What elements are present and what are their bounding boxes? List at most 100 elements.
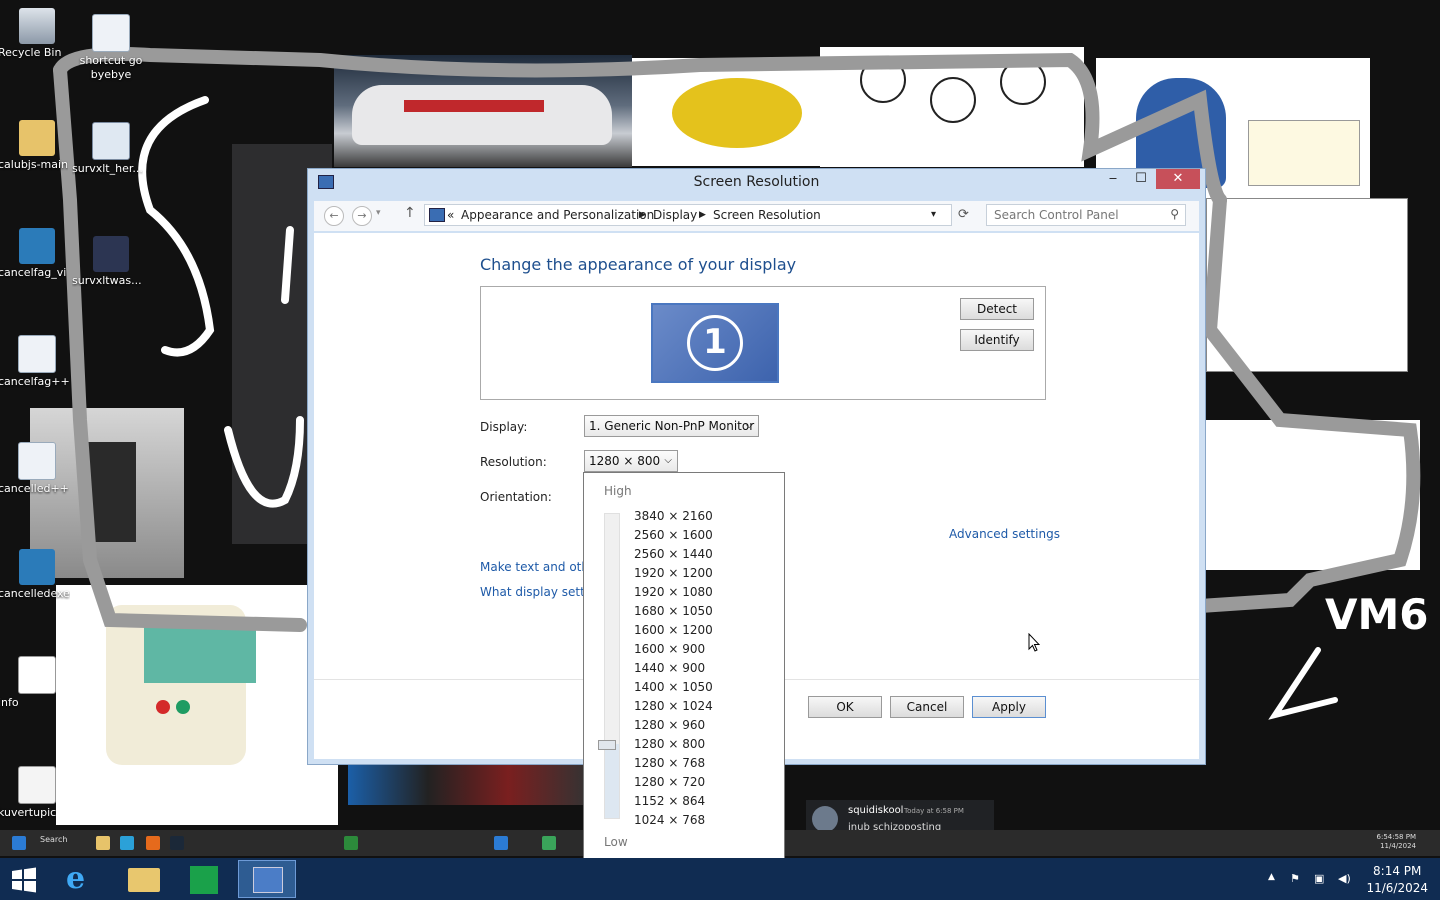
- resolution-dropdown[interactable]: High 3840 × 2160 2560 × 1600 2560 × 1440 19…: [583, 472, 785, 859]
- resolution-option[interactable]: 1280 × 1024: [634, 697, 713, 716]
- resolution-option[interactable]: 1280 × 960: [634, 716, 713, 735]
- breadcrumb-separator: ▶: [699, 210, 706, 220]
- edge-icon: [120, 836, 134, 850]
- resolution-slider-thumb[interactable]: [598, 739, 616, 750]
- taskbar: e ▲ ⚑ ▣ ◀) 8:14 PM 11/6/2024: [0, 858, 1440, 900]
- resolution-option[interactable]: 1400 × 1050: [634, 678, 713, 697]
- identify-button[interactable]: Identify: [960, 329, 1034, 351]
- ok-button[interactable]: OK: [808, 696, 882, 718]
- page-title: Change the appearance of your display: [480, 255, 797, 274]
- breadcrumb-appearance[interactable]: Appearance and Personalization: [461, 208, 654, 222]
- high-label: High: [604, 484, 632, 498]
- cartoon-thumbnail: [820, 47, 1084, 167]
- search-input[interactable]: Search Control Panel ⚲: [986, 204, 1186, 226]
- folder-icon: [128, 868, 160, 892]
- network-icon[interactable]: ▣: [1314, 872, 1324, 885]
- desktop-icon-cancelfag-vi[interactable]: cancelfag_vi: [0, 228, 76, 279]
- gear-icon: [18, 442, 56, 480]
- resolution-select[interactable]: 1280 × 800 ⌵: [584, 450, 678, 472]
- cancel-button[interactable]: Cancel: [890, 696, 964, 718]
- resolution-option[interactable]: 3840 × 2160: [634, 507, 713, 526]
- breadcrumb-prefix[interactable]: «: [447, 208, 454, 222]
- resolution-option[interactable]: 1152 × 864: [634, 792, 713, 811]
- desktop-icon-survxlt-her[interactable]: survxlt_her...: [72, 122, 150, 175]
- desktop-icon-shortcut-go-byebye[interactable]: shortcut go byebye: [72, 14, 150, 81]
- resolution-option[interactable]: 1680 × 1050: [634, 602, 713, 621]
- taskbar-internet-explorer[interactable]: e: [52, 860, 110, 898]
- navigation-bar: ← → ▾ ↑ « Appearance and Personalization…: [314, 201, 1199, 231]
- chevron-down-icon[interactable]: ▾: [931, 209, 936, 220]
- taskbar-control-panel[interactable]: [238, 860, 296, 898]
- advanced-settings-link[interactable]: Advanced settings: [949, 527, 1060, 541]
- desktop-icon-calubjs-main[interactable]: calubjs-main: [0, 120, 76, 171]
- internet-explorer-icon: e: [66, 861, 86, 896]
- image-icon: [18, 766, 56, 804]
- taskbar-clock[interactable]: 8:14 PM 11/6/2024: [1366, 863, 1428, 897]
- recycle-bin-icon: [19, 8, 55, 44]
- chat-username: squidiskool: [848, 805, 904, 816]
- resolution-slider-track[interactable]: [604, 513, 620, 819]
- breadcrumb-screen-resolution[interactable]: Screen Resolution: [713, 208, 821, 222]
- resolution-option[interactable]: 1600 × 900: [634, 640, 713, 659]
- volume-icon[interactable]: ◀): [1338, 872, 1351, 885]
- taskbar-file-explorer[interactable]: [114, 860, 172, 898]
- resolution-option[interactable]: 2560 × 1600: [634, 526, 713, 545]
- taskbar-store[interactable]: [176, 860, 234, 898]
- start-button[interactable]: [10, 866, 38, 894]
- maximize-button[interactable]: ☐: [1126, 169, 1156, 189]
- breadcrumb-display[interactable]: Display: [653, 208, 697, 222]
- app-icon: [494, 836, 508, 850]
- desktop-icon-kuvertupic[interactable]: kuvertupic: [0, 766, 76, 819]
- refresh-button[interactable]: ⟳: [958, 207, 969, 222]
- desktop-icon-cancelfag-plus[interactable]: cancelfag++: [0, 335, 76, 388]
- resolution-option[interactable]: 1280 × 800: [634, 735, 713, 754]
- minimize-button[interactable]: ‒: [1098, 169, 1128, 189]
- flag-icon[interactable]: ⚑: [1290, 872, 1300, 885]
- recent-pages-icon[interactable]: ▾: [376, 208, 381, 218]
- windows-logo-icon: [12, 836, 26, 850]
- mouse-cursor-icon: [1028, 633, 1040, 652]
- document-icon: [18, 656, 56, 694]
- yellow-thumbnail: [632, 58, 820, 166]
- close-button[interactable]: ✕: [1156, 169, 1200, 189]
- desktop-icon-recycle-bin[interactable]: Recycle Bin: [0, 8, 76, 59]
- file-icon: [92, 122, 130, 160]
- breadcrumb-separator: ▶: [639, 210, 646, 220]
- apply-button[interactable]: Apply: [972, 696, 1046, 718]
- sketch-thumbnail-2: [1206, 420, 1420, 570]
- control-panel-icon: [253, 867, 283, 893]
- resolution-option[interactable]: 2560 × 1440: [634, 545, 713, 564]
- resolution-option[interactable]: 1920 × 1080: [634, 583, 713, 602]
- title-bar[interactable]: Screen Resolution ‒ ☐ ✕: [308, 169, 1205, 197]
- control-panel-icon: [429, 208, 445, 222]
- desktop-icon-cancelledexe[interactable]: cancelledexe: [0, 549, 76, 600]
- resolution-option[interactable]: 1600 × 1200: [634, 621, 713, 640]
- clock-time: 8:14 PM: [1373, 864, 1422, 878]
- orientation-label: Orientation:: [480, 490, 552, 504]
- sketch-thumbnail: [1206, 198, 1408, 372]
- resolution-option[interactable]: 1280 × 720: [634, 773, 713, 792]
- resolution-option[interactable]: 1280 × 768: [634, 754, 713, 773]
- display-select[interactable]: 1. Generic Non-PnP Monitor ⌵: [584, 415, 759, 437]
- resolution-option[interactable]: 1440 × 900: [634, 659, 713, 678]
- monitor-icon[interactable]: 1: [651, 303, 779, 383]
- window-title: Screen Resolution: [693, 174, 820, 190]
- chevron-down-icon: ⌵: [664, 455, 672, 466]
- show-hidden-icons[interactable]: ▲: [1268, 872, 1275, 882]
- app-icon: [542, 836, 556, 850]
- desktop-icon-cancelled-plus[interactable]: cancelled++: [0, 442, 76, 495]
- detect-button[interactable]: Detect: [960, 298, 1034, 320]
- dark-thumbnail: [1018, 758, 1208, 828]
- up-button[interactable]: ↑: [404, 205, 416, 221]
- resolution-option[interactable]: 1920 × 1200: [634, 564, 713, 583]
- forward-button[interactable]: →: [352, 206, 372, 226]
- display-label: Display:: [480, 420, 528, 434]
- desktop-icon-survxltwas[interactable]: survxltwas...: [72, 236, 150, 287]
- desktop-icon-info[interactable]: info: [0, 656, 76, 709]
- breadcrumb[interactable]: « Appearance and Personalization ▶ Displ…: [424, 204, 952, 226]
- steam-icon: [170, 836, 184, 850]
- back-button[interactable]: ←: [324, 206, 344, 226]
- folder-icon: [19, 120, 55, 156]
- resolution-option[interactable]: 1024 × 768: [634, 811, 713, 830]
- clock-date: 11/6/2024: [1366, 881, 1428, 895]
